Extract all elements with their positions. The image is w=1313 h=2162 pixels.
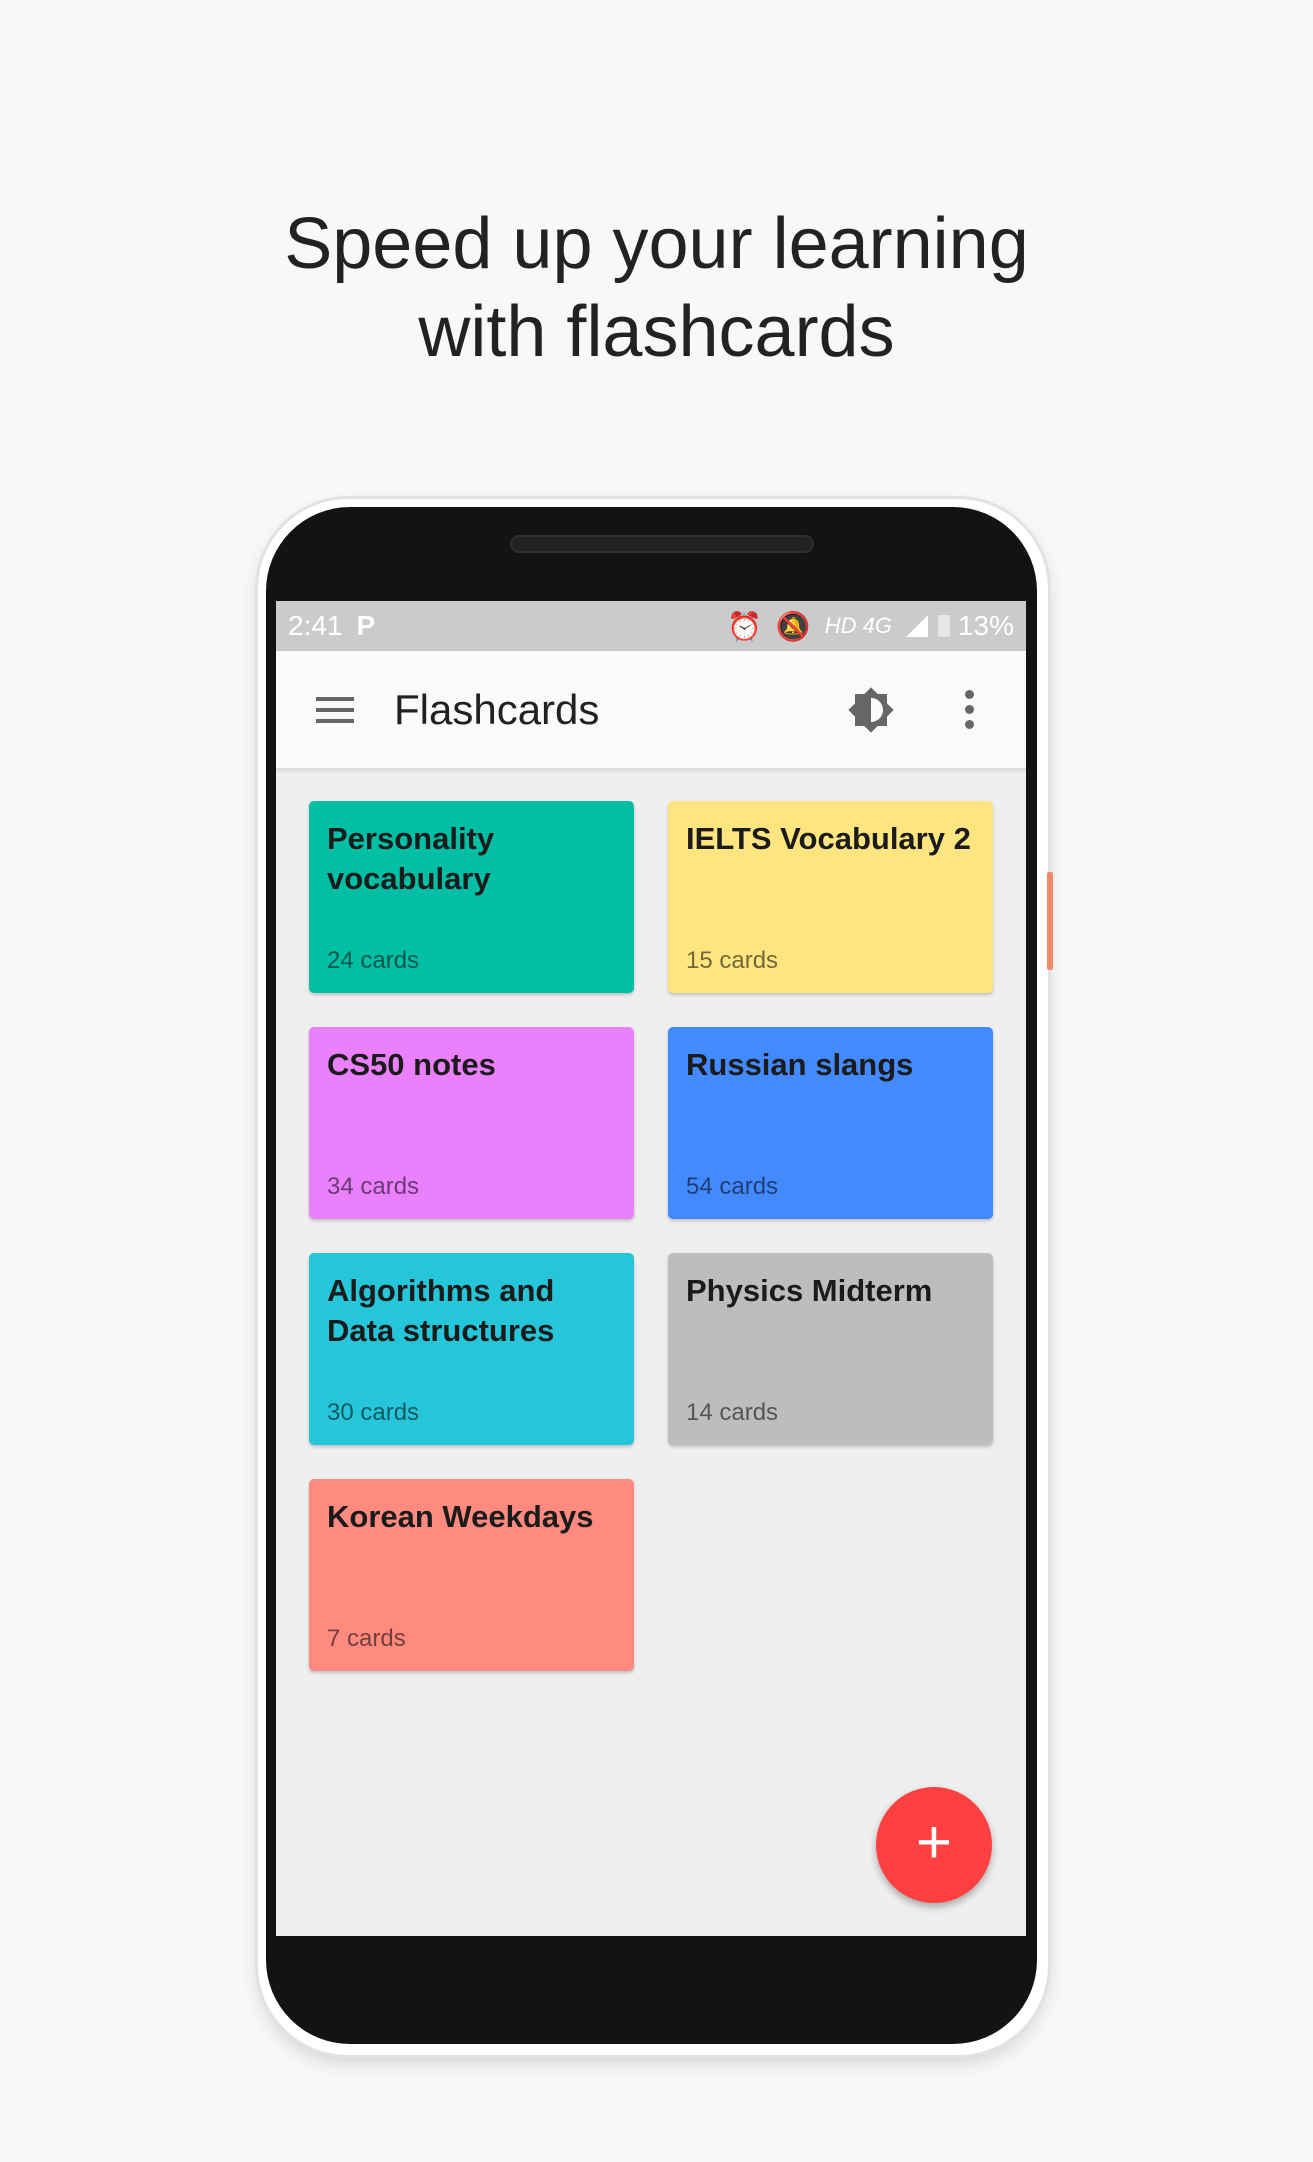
- brightness-icon[interactable]: [847, 686, 895, 734]
- deck-card-count: 24 cards: [327, 947, 420, 974]
- deck-card-count: 15 cards: [686, 947, 779, 974]
- battery-charging-icon: [937, 615, 950, 637]
- signal-icon: [905, 615, 928, 637]
- deck-card[interactable]: Russian slangs 54 cards: [668, 1027, 993, 1219]
- headline: Speed up your learning with flashcards: [0, 200, 1313, 376]
- more-vert-icon[interactable]: [965, 690, 974, 729]
- battery-level: 13%: [957, 610, 1014, 641]
- alarm-icon: ⏰: [726, 610, 762, 642]
- deck-card[interactable]: CS50 notes 34 cards: [309, 1027, 634, 1219]
- notifications-off-icon: 🔕: [775, 610, 811, 642]
- app-bar: Flashcards: [276, 651, 1026, 770]
- deck-title: Personality vocabulary: [327, 821, 495, 896]
- app-title: Flashcards: [394, 685, 600, 733]
- app-screen: 2:41 P ⏰ 🔕 HD 4G 13% Flashcards Personal…: [276, 601, 1026, 1936]
- phone-speaker: [510, 535, 814, 553]
- deck-title: CS50 notes: [327, 1047, 496, 1082]
- deck-title: IELTS Vocabulary 2: [686, 821, 971, 856]
- app-notification-icon: P: [356, 610, 376, 641]
- headline-line-1: Speed up your learning: [284, 204, 1029, 284]
- deck-card[interactable]: Korean Weekdays 7 cards: [309, 1479, 634, 1671]
- status-bar: 2:41 P ⏰ 🔕 HD 4G 13%: [276, 601, 1026, 651]
- deck-card-count: 14 cards: [686, 1399, 779, 1426]
- deck-card[interactable]: Personality vocabulary 24 cards: [309, 801, 634, 993]
- headline-line-2: with flashcards: [418, 292, 895, 372]
- deck-title: Algorithms and Data structures: [327, 1273, 555, 1348]
- status-time: 2:41: [288, 610, 343, 641]
- deck-card[interactable]: Algorithms and Data structures 30 cards: [309, 1253, 634, 1445]
- deck-card-count: 34 cards: [327, 1173, 420, 1200]
- deck-card[interactable]: IELTS Vocabulary 2 15 cards: [668, 801, 993, 993]
- phone-side-button: [1047, 872, 1053, 970]
- menu-icon[interactable]: [316, 696, 354, 723]
- deck-title: Russian slangs: [686, 1047, 914, 1082]
- deck-grid: Personality vocabulary 24 cards IELTS Voca…: [309, 801, 993, 1671]
- add-deck-button[interactable]: +: [876, 1787, 992, 1903]
- deck-card[interactable]: Physics Midterm 14 cards: [668, 1253, 993, 1445]
- deck-title: Korean Weekdays: [327, 1499, 594, 1534]
- deck-card-count: 30 cards: [327, 1399, 420, 1426]
- network-label: HD 4G: [824, 613, 892, 638]
- deck-card-count: 54 cards: [686, 1173, 779, 1200]
- deck-card-count: 7 cards: [327, 1625, 406, 1652]
- deck-title: Physics Midterm: [686, 1273, 933, 1308]
